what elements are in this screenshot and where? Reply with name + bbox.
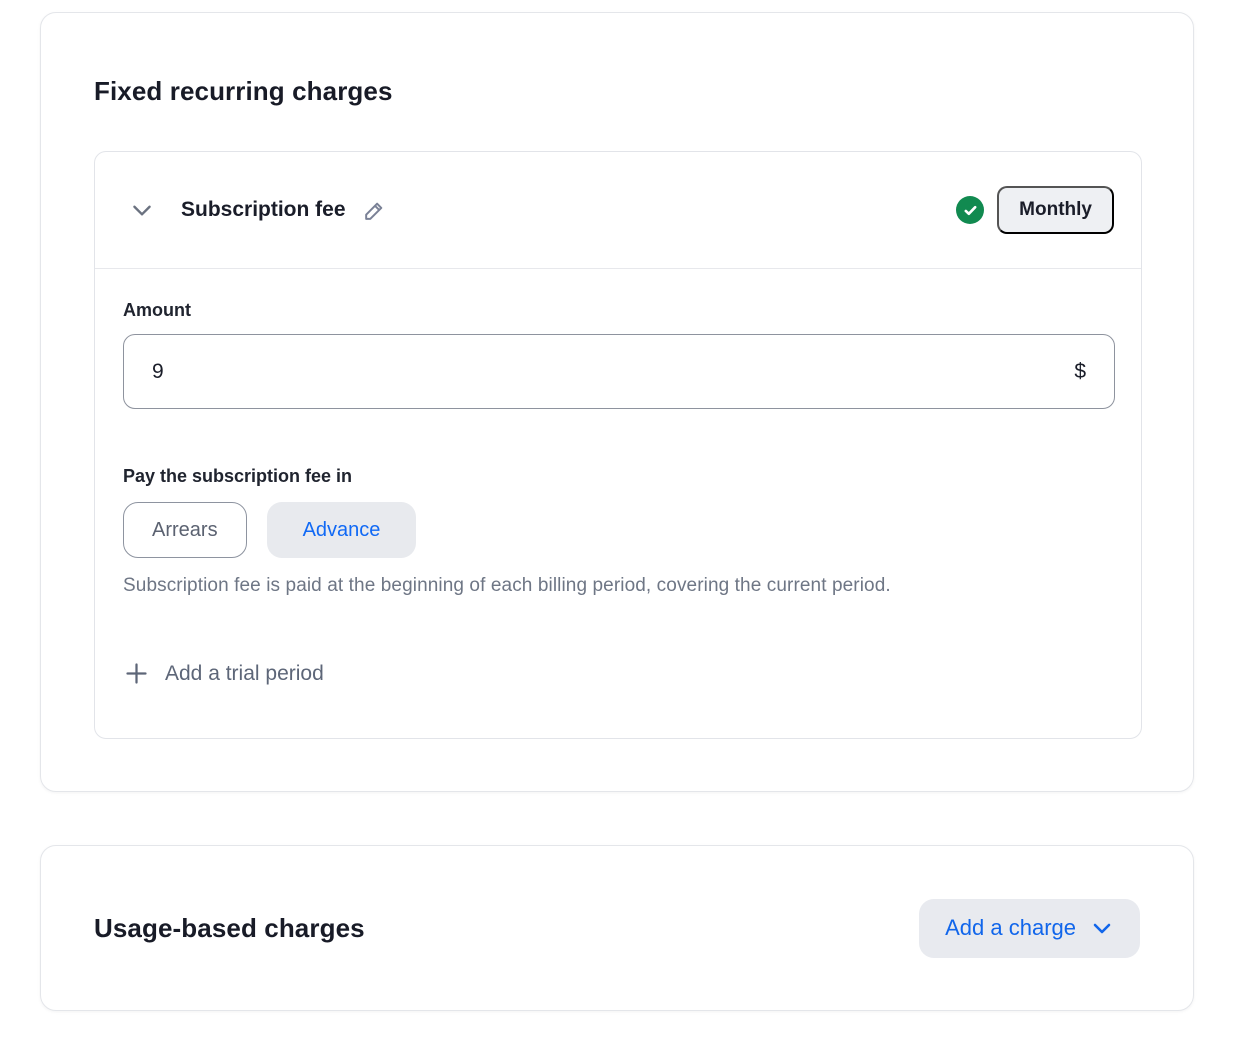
- amount-label: Amount: [123, 300, 1113, 321]
- pay-in-label: Pay the subscription fee in: [123, 466, 1113, 487]
- chevron-down-icon: [129, 197, 155, 223]
- fixed-recurring-charges-title: Fixed recurring charges: [94, 76, 1140, 107]
- subscription-fee-charge-card: Subscription fee Mont: [94, 151, 1142, 739]
- collapse-charge-button[interactable]: [129, 197, 155, 223]
- pay-in-block: Pay the subscription fee in Arrears Adva…: [123, 466, 1113, 597]
- billing-interval-badge[interactable]: Monthly: [997, 186, 1114, 234]
- pay-in-help-text: Subscription fee is paid at the beginnin…: [123, 575, 1113, 597]
- amount-field-wrap: $: [123, 334, 1115, 409]
- usage-based-charges-card: Usage-based charges Add a charge: [40, 845, 1194, 1011]
- fixed-recurring-charges-card: Fixed recurring charges Subscription fee: [40, 12, 1194, 792]
- currency-symbol: $: [1074, 360, 1086, 384]
- charge-body: Amount $ Pay the subscription fee in Arr…: [95, 269, 1141, 687]
- add-charge-button[interactable]: Add a charge: [919, 899, 1140, 958]
- add-trial-period-label: Add a trial period: [165, 662, 324, 686]
- chevron-down-icon: [1090, 916, 1114, 940]
- usage-based-charges-title: Usage-based charges: [94, 913, 365, 944]
- edit-charge-name-button[interactable]: [362, 198, 387, 223]
- pencil-icon: [362, 198, 387, 223]
- pay-in-toggle-group: Arrears Advance: [123, 502, 1113, 558]
- pricing-editor-page: Fixed recurring charges Subscription fee: [0, 0, 1236, 1038]
- amount-input[interactable]: [152, 360, 1074, 384]
- pay-in-option-arrears[interactable]: Arrears: [123, 502, 247, 558]
- add-charge-label: Add a charge: [945, 915, 1076, 941]
- plus-icon: [123, 660, 150, 687]
- check-circle-icon: [956, 196, 984, 224]
- charge-name: Subscription fee: [181, 198, 346, 222]
- charge-header: Subscription fee Mont: [95, 152, 1141, 269]
- pay-in-option-advance[interactable]: Advance: [267, 502, 417, 558]
- add-trial-period-button[interactable]: Add a trial period: [123, 660, 324, 687]
- charge-header-right: Monthly: [956, 186, 1114, 234]
